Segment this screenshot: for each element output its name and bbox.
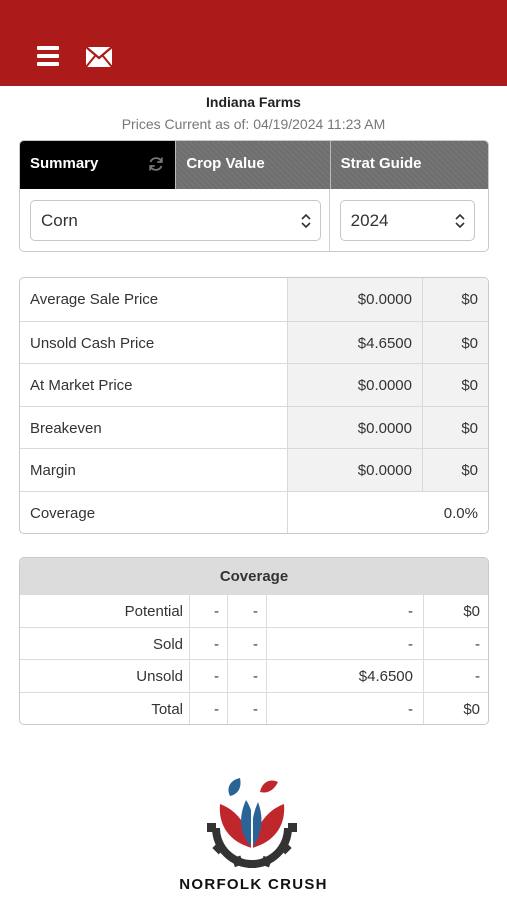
row-price: $0.0000 [287, 406, 422, 448]
table-row: Unsold Cash Price $4.6500 $0 [20, 320, 488, 363]
crop-select-value: Corn [41, 211, 78, 230]
row-value: 0.0% [287, 491, 488, 533]
norfolk-crush-logo-icon [200, 776, 304, 868]
tab-summary-label: Summary [30, 155, 99, 172]
prices-current-timestamp: Prices Current as of: 04/19/2024 11:23 A… [121, 116, 386, 132]
brand-name: NORFOLK CRUSH [179, 876, 328, 893]
cell: - [266, 627, 423, 659]
cell: - [227, 692, 266, 724]
envelope-icon[interactable] [85, 46, 113, 68]
crop-select[interactable]: Corn [30, 200, 321, 241]
row-label: Sold [152, 635, 183, 653]
cell: - [227, 595, 266, 627]
row-price: $0.0000 [287, 449, 422, 491]
coverage-title: Coverage [20, 558, 488, 594]
tab-crop-value[interactable]: Crop Value [175, 141, 330, 189]
crop-select-cell: Corn [20, 189, 330, 251]
cell: - [423, 660, 488, 692]
tab-summary[interactable]: Summary [20, 141, 176, 189]
row-amount: $0 [422, 449, 488, 491]
row-label: Potential [124, 603, 183, 620]
tab-strat-guide[interactable]: Strat Guide [329, 141, 488, 189]
cell: $0 [423, 692, 488, 724]
table-row: Breakeven $0.0000 $0 [20, 405, 488, 448]
row-amount: $0 [422, 406, 488, 448]
row-amount: $0 [422, 278, 488, 321]
table-row: Margin $0.0000 $0 [20, 448, 488, 491]
table-row: Potential - - - $0 [20, 594, 488, 627]
row-price: $4.6500 [287, 321, 422, 363]
cell: $4.6500 [266, 660, 423, 692]
coverage-table: Coverage Potential - - - $0 Sold - - - -… [19, 557, 489, 725]
cell: - [189, 660, 227, 692]
cell: - [266, 692, 423, 724]
row-label: Margin [30, 462, 76, 479]
refresh-icon[interactable] [147, 155, 165, 173]
table-row: Coverage 0.0% [20, 490, 488, 533]
farm-name: Indiana Farms [206, 94, 301, 110]
table-row: Sold - - - - [20, 626, 488, 659]
row-price: $0.0000 [287, 364, 422, 406]
row-label: At Market Price [30, 377, 133, 394]
tab-crop-value-label: Crop Value [186, 155, 265, 172]
summary-table: Average Sale Price $0.0000 $0 Unsold Cas… [19, 277, 489, 534]
year-select-value: 2024 [350, 211, 389, 230]
year-select[interactable]: 2024 [339, 200, 475, 241]
cell: - [189, 595, 227, 627]
cell: - [227, 627, 266, 659]
table-row: Unsold - - $4.6500 - [20, 659, 488, 692]
row-label: Unsold Cash Price [30, 334, 155, 352]
table-row: Average Sale Price $0.0000 $0 [20, 278, 488, 321]
tab-bar: Summary Crop Value Strat Guide [20, 141, 488, 189]
cell: - [423, 627, 488, 659]
cell: - [227, 660, 266, 692]
chevron-updown-icon [300, 213, 312, 229]
row-amount: $0 [422, 321, 488, 363]
app-header [0, 0, 507, 86]
row-amount: $0 [422, 364, 488, 406]
cell: $0 [423, 595, 488, 627]
row-label: Breakeven [30, 419, 102, 437]
chevron-updown-icon [454, 213, 466, 229]
cell: - [266, 595, 423, 627]
row-label: Unsold [136, 668, 183, 685]
table-row: Total - - - $0 [20, 691, 488, 724]
hamburger-menu-icon[interactable] [37, 46, 61, 68]
selector-row: Corn 2024 [20, 189, 488, 251]
year-select-cell: 2024 [330, 189, 488, 251]
row-label: Total [151, 700, 183, 718]
table-row: At Market Price $0.0000 $0 [20, 363, 488, 406]
row-label: Coverage [30, 504, 96, 522]
tab-strat-guide-label: Strat Guide [340, 155, 422, 172]
tab-panel: Summary Crop Value Strat Guide Corn 2024 [19, 140, 489, 252]
cell: - [189, 627, 227, 659]
cell: - [189, 692, 227, 724]
row-label: Average Sale Price [30, 291, 159, 308]
row-price: $0.0000 [287, 278, 422, 321]
